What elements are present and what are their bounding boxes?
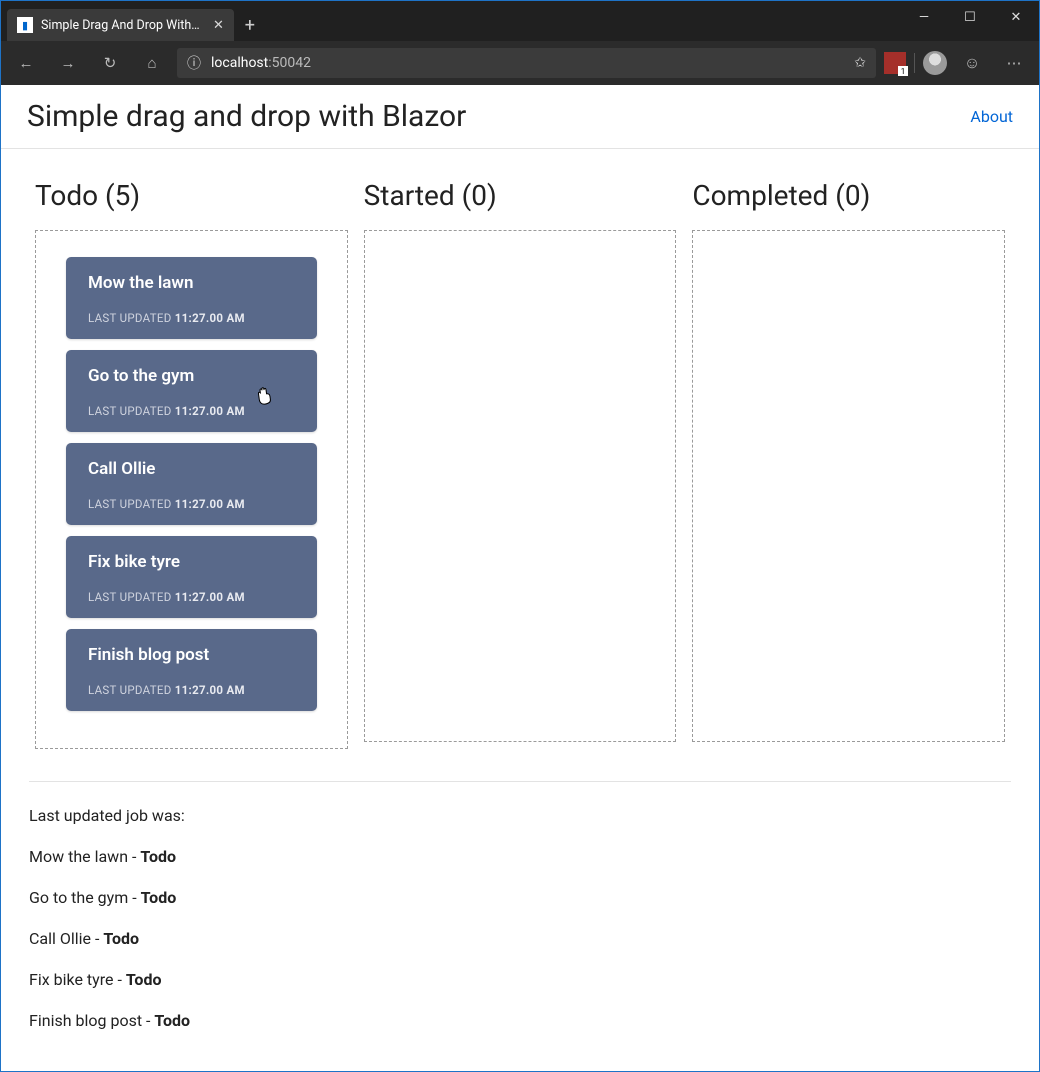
summary-item: Mow the lawn - Todo (29, 847, 1011, 866)
summary-heading: Last updated job was: (29, 806, 1011, 825)
profile-avatar[interactable] (923, 51, 947, 75)
extension-badge: 1 (898, 66, 908, 76)
column-title: Completed (0) (692, 179, 1005, 212)
separator (914, 53, 915, 73)
column-title: Todo (5) (35, 179, 348, 212)
job-card-title: Fix bike tyre (88, 552, 295, 572)
url-host: localhost (211, 55, 268, 71)
summary-section: Last updated job was: Mow the lawn - Tod… (29, 781, 1011, 1030)
refresh-button[interactable]: ↻ (93, 46, 127, 80)
browser-chrome: ▮ Simple Drag And Drop With Blaz ✕ + ― ☐… (1, 1, 1039, 85)
column-completed: Completed (0) (692, 179, 1005, 749)
tab-close-icon[interactable]: ✕ (213, 18, 224, 33)
page-content: Simple drag and drop with Blazor About T… (1, 85, 1039, 1030)
minimize-button[interactable]: ― (901, 1, 947, 33)
feedback-icon[interactable]: ☺ (955, 46, 989, 80)
job-card-meta: LAST UPDATED 11:27.00 AM (88, 497, 295, 511)
job-card-meta: LAST UPDATED 11:27.00 AM (88, 683, 295, 697)
job-card[interactable]: Call Ollie LAST UPDATED 11:27.00 AM (66, 443, 317, 525)
job-card-meta: LAST UPDATED 11:27.00 AM (88, 311, 295, 325)
grab-cursor-icon (253, 384, 276, 411)
browser-tab[interactable]: ▮ Simple Drag And Drop With Blaz ✕ (7, 9, 234, 41)
favicon-icon: ▮ (17, 17, 33, 33)
url-rest: :50042 (268, 55, 311, 71)
job-card[interactable]: Finish blog post LAST UPDATED 11:27.00 AM (66, 629, 317, 711)
dropzone-todo[interactable]: Mow the lawn LAST UPDATED 11:27.00 AM Go t… (35, 230, 348, 749)
dropzone-started[interactable] (364, 230, 677, 742)
column-title: Started (0) (364, 179, 677, 212)
maximize-button[interactable]: ☐ (947, 1, 993, 33)
new-tab-button[interactable]: + (234, 9, 266, 41)
job-card[interactable]: Go to the gymLAST UPDATED 11:27.00 AM (66, 350, 317, 432)
summary-item: Fix bike tyre - Todo (29, 970, 1011, 989)
kanban-board: Todo (5) Mow the lawn LAST UPDATED 11:27.… (1, 149, 1039, 767)
back-button[interactable]: ← (9, 46, 43, 80)
dropzone-completed[interactable] (692, 230, 1005, 742)
close-window-button[interactable]: ✕ (993, 1, 1039, 33)
window-controls: ― ☐ ✕ (901, 1, 1039, 33)
tab-strip: ▮ Simple Drag And Drop With Blaz ✕ + ― ☐… (1, 1, 1039, 41)
site-info-icon[interactable]: ⓘ (187, 53, 201, 73)
extension-icon[interactable]: 1 (884, 52, 906, 74)
job-card[interactable]: Fix bike tyre LAST UPDATED 11:27.00 AM (66, 536, 317, 618)
about-link[interactable]: About (970, 107, 1013, 126)
page-title: Simple drag and drop with Blazor (27, 99, 466, 134)
address-bar[interactable]: ⓘ localhost:50042 ✩ (177, 48, 876, 78)
summary-item: Go to the gym - Todo (29, 888, 1011, 907)
more-menu-icon[interactable]: ⋯ (997, 46, 1031, 80)
job-card-title: Finish blog post (88, 645, 295, 665)
job-card-title: Go to the gym (88, 366, 295, 386)
page-header: Simple drag and drop with Blazor About (1, 85, 1039, 149)
job-card[interactable]: Mow the lawn LAST UPDATED 11:27.00 AM (66, 257, 317, 339)
tab-title: Simple Drag And Drop With Blaz (41, 18, 201, 33)
summary-item: Call Ollie - Todo (29, 929, 1011, 948)
forward-button[interactable]: → (51, 46, 85, 80)
summary-item: Finish blog post - Todo (29, 1011, 1011, 1030)
job-card-meta: LAST UPDATED 11:27.00 AM (88, 590, 295, 604)
favorite-icon[interactable]: ✩ (854, 55, 866, 71)
column-started: Started (0) (364, 179, 677, 749)
job-card-title: Call Ollie (88, 459, 295, 479)
job-card-title: Mow the lawn (88, 273, 295, 293)
browser-toolbar: ← → ↻ ⌂ ⓘ localhost:50042 ✩ 1 ☺ ⋯ (1, 41, 1039, 85)
home-button[interactable]: ⌂ (135, 46, 169, 80)
column-todo: Todo (5) Mow the lawn LAST UPDATED 11:27.… (35, 179, 348, 749)
